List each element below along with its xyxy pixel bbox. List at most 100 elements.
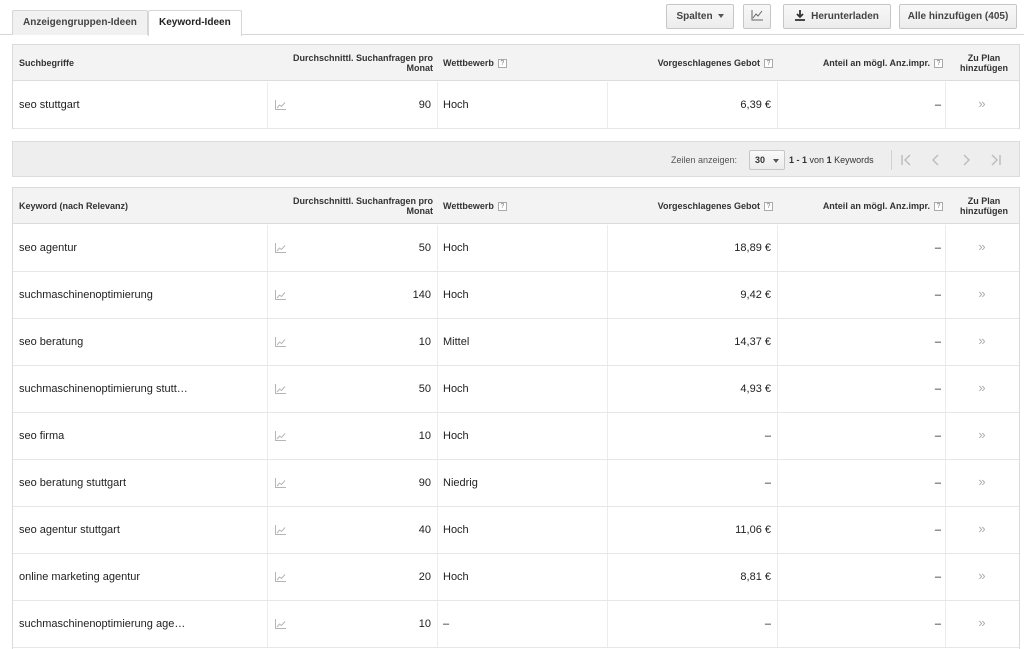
column-divider [267,460,268,506]
column-divider [607,413,608,459]
header-impression-share: Anteil an mögl. Anz.impr.? [779,45,943,81]
keyword-text: suchmaschinenoptimierung age… [19,618,186,630]
add-to-plan-icon[interactable]: » [945,413,1019,459]
suggested-bid-value: 9,42 € [740,289,771,301]
header-avg-searches: Durchschnittl. Suchanfragen pro Monat [292,196,433,216]
column-divider [607,366,608,412]
table-header: Keyword (nach Relevanz) Durchschnittl. S… [13,188,1019,224]
column-divider [437,413,438,459]
download-button[interactable]: Herunterladen [783,4,891,29]
add-to-plan-icon[interactable]: » [945,366,1019,412]
add-to-plan-icon[interactable]: » [945,460,1019,506]
impression-share-value: – [934,289,941,301]
header-search-terms: Suchbegriffe [19,58,75,68]
trend-chart-icon[interactable] [275,290,286,300]
rows-per-page-select[interactable]: 30 [749,150,785,170]
trend-chart-icon[interactable] [275,572,286,582]
impression-share-value: – [934,242,941,254]
trend-chart-icon[interactable] [275,619,286,629]
first-page-icon[interactable] [897,151,915,169]
impression-share-value: – [934,99,941,111]
column-divider [437,272,438,318]
keyword-text: seo agentur stuttgart [19,524,120,536]
column-divider [267,366,268,412]
help-icon[interactable]: ? [764,201,773,211]
column-divider [607,554,608,600]
header-avg-searches: Durchschnittl. Suchanfragen pro Monat [292,53,433,73]
suggested-bid-value: 6,39 € [740,99,771,111]
header-share-label: Anteil an mögl. Anz.impr. [822,201,930,211]
competition-value: Mittel [443,336,470,348]
chart-toggle-button[interactable] [743,4,771,29]
trend-chart-icon[interactable] [275,100,286,110]
add-to-plan-icon[interactable]: » [945,319,1019,365]
help-icon[interactable]: ? [497,201,507,211]
column-divider [607,601,608,647]
trend-chart-icon[interactable] [275,384,286,394]
avg-monthly-searches: 90 [418,99,431,111]
competition-value: Hoch [443,571,469,583]
competition-value: Hoch [443,430,469,442]
help-icon[interactable]: ? [764,58,773,68]
avg-monthly-searches: 50 [418,242,431,254]
impression-share-value: – [934,477,941,489]
impression-share-value: – [934,571,941,583]
suggested-bid-value: – [764,618,771,630]
avg-monthly-searches: 50 [418,383,431,395]
range-total: 1 [826,155,832,165]
header-bid-label: Vorgeschlagenes Gebot [657,201,760,211]
columns-button-label: Spalten [676,11,713,22]
impression-share-value: – [934,618,941,630]
header-competition: Wettbewerb? [443,45,603,81]
add-to-plan-icon[interactable]: » [945,225,1019,271]
keyword-ideas-table: Keyword (nach Relevanz) Durchschnittl. S… [12,187,1020,649]
help-icon[interactable]: ? [934,58,943,68]
table-row: seo beratung stuttgart 90 Niedrig – – » [13,460,1019,507]
table-row: seo agentur 50 Hoch 18,89 € – » [13,225,1019,272]
trend-chart-icon[interactable] [275,337,286,347]
add-to-plan-icon[interactable]: » [945,82,1019,128]
download-button-label: Herunterladen [811,11,879,22]
columns-button[interactable]: Spalten [666,4,734,29]
keyword-text: online marketing agentur [19,571,141,583]
trend-chart-icon[interactable] [275,431,286,441]
next-page-icon[interactable] [957,151,975,169]
column-divider [777,413,778,459]
trend-chart-icon[interactable] [275,243,286,253]
add-to-plan-icon[interactable]: » [945,554,1019,600]
header-suggested-bid: Vorgeschlagenes Gebot? [609,188,773,224]
header-keyword-relevance: Keyword (nach Relevanz) [19,201,129,211]
column-divider [777,82,778,128]
column-divider [607,225,608,271]
impression-share-value: – [934,430,941,442]
header-competition: Wettbewerb? [443,188,603,224]
add-all-button[interactable]: Alle hinzufügen (405) [899,4,1017,29]
help-icon[interactable]: ? [934,201,943,211]
header-share-label: Anteil an mögl. Anz.impr. [822,58,930,68]
rows-per-page-value: 30 [755,155,766,165]
trend-chart-icon[interactable] [275,525,286,535]
previous-page-icon[interactable] [927,151,945,169]
table-row: suchmaschinenoptimierung 140 Hoch 9,42 €… [13,272,1019,319]
column-divider [267,225,268,271]
help-icon[interactable]: ? [497,58,507,68]
add-to-plan-icon[interactable]: » [945,507,1019,553]
table-row: suchmaschinenoptimierung age… 10 – – – » [13,601,1019,648]
keyword-text: seo stuttgart [19,99,80,111]
chevron-down-icon [773,159,779,163]
column-divider [437,225,438,271]
tab-keyword-ideas[interactable]: Keyword-Ideen [148,10,242,36]
header-impression-share: Anteil an mögl. Anz.impr.? [779,188,943,224]
trend-chart-icon[interactable] [275,478,286,488]
suggested-bid-value: 4,93 € [740,383,771,395]
search-terms-table: Suchbegriffe Durchschnittl. Suchanfragen… [12,44,1020,129]
add-to-plan-icon[interactable]: » [945,272,1019,318]
header-competition-label: Wettbewerb [443,58,494,68]
competition-value: Hoch [443,289,469,301]
tab-ad-group-ideas[interactable]: Anzeigengruppen-Ideen [12,10,148,35]
competition-value: Niedrig [443,477,478,489]
last-page-icon[interactable] [987,151,1005,169]
add-to-plan-icon[interactable]: » [945,601,1019,647]
column-divider [607,272,608,318]
impression-share-value: – [934,383,941,395]
